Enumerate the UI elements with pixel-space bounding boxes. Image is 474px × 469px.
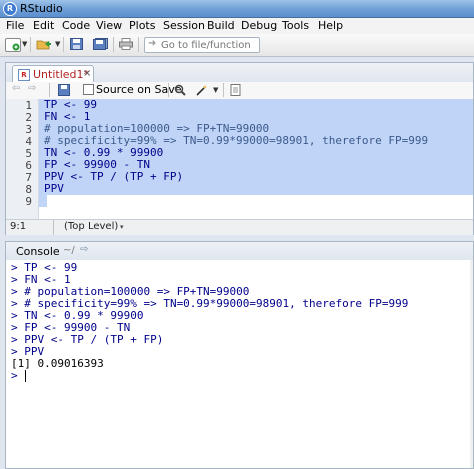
console-output-line: [1] 0.09016393 — [11, 357, 104, 370]
line-number: 9 — [25, 195, 32, 208]
toolbar-separator — [30, 37, 31, 52]
menu-plots[interactable]: Plots — [129, 19, 155, 32]
toolbar-separator — [138, 37, 139, 52]
console-scrollbar[interactable] — [470, 260, 473, 468]
menu-edit[interactable]: Edit — [33, 19, 54, 32]
tab-label: Untitled1* — [33, 68, 90, 81]
back-arrow-icon[interactable]: ⇦ — [12, 83, 20, 94]
menu-build[interactable]: Build — [207, 19, 235, 32]
code-area[interactable]: 1 2 3 4 5 6 7 8 9 TP <- 99 FN <- 1 # pop… — [6, 99, 473, 219]
scope-dropdown-icon[interactable]: ▾ — [120, 223, 124, 231]
menu-view[interactable]: View — [96, 19, 122, 32]
new-file-dropdown-icon[interactable]: ▼ — [22, 40, 27, 48]
pane-splitter[interactable] — [5, 235, 472, 240]
cursor-position: 9:1 — [10, 221, 27, 232]
status-separator — [53, 220, 54, 235]
search-icon[interactable] — [174, 84, 186, 96]
main-toolbar: ▼ ▼ ➜ — [0, 34, 474, 57]
toolbar-separator — [49, 83, 50, 97]
goto-arrow-icon: ➜ — [148, 38, 157, 49]
console-prompt: > — [11, 369, 18, 382]
title-bar: R RStudio — [0, 0, 474, 18]
menu-debug[interactable]: Debug — [241, 19, 277, 32]
menu-help[interactable]: Help — [318, 19, 343, 32]
magic-wand-icon[interactable] — [196, 84, 212, 96]
save-all-icon[interactable] — [93, 38, 108, 50]
source-editor-pane: R Untitled1* × ⇦ ⇨ Source on Save ▼ 1 2 … — [5, 62, 474, 235]
rstudio-icon: R — [3, 2, 17, 16]
toolbar-separator — [223, 83, 224, 97]
forward-arrow-icon[interactable]: ⇨ — [28, 83, 36, 94]
save-icon[interactable] — [58, 84, 70, 96]
toolbar-separator — [63, 37, 64, 52]
menu-session[interactable]: Session — [163, 19, 205, 32]
code-tools-dropdown-icon[interactable]: ▼ — [213, 86, 218, 94]
console-output[interactable]: > TP <- 99 > FN <- 1 > # population=1000… — [6, 260, 473, 468]
line-number-gutter: 1 2 3 4 5 6 7 8 9 — [6, 99, 39, 219]
working-directory: ~/ — [63, 245, 75, 256]
window-title: RStudio — [20, 2, 63, 15]
toolbar-separator — [113, 37, 114, 52]
selection-highlight — [39, 99, 473, 111]
toolbar-separator — [168, 83, 169, 97]
text-cursor — [25, 370, 26, 382]
console-title: Console — [16, 245, 60, 258]
menu-tools[interactable]: Tools — [282, 19, 309, 32]
code-line: PPV <- TP / (TP + FP) — [44, 170, 184, 183]
editor-status-bar: 9:1 (Top Level) ▾ — [6, 219, 473, 235]
console-header: Console ~/ ⇨ — [6, 242, 473, 260]
menu-file[interactable]: File — [6, 19, 24, 32]
go-to-directory-icon[interactable]: ⇨ — [80, 244, 88, 255]
scope-selector[interactable]: (Top Level) — [64, 221, 118, 232]
goto-file-function[interactable]: ➜ — [144, 37, 260, 53]
r-file-icon: R — [18, 69, 30, 81]
compile-notebook-icon[interactable] — [230, 84, 242, 96]
open-file-icon[interactable] — [36, 38, 51, 50]
selection-highlight — [39, 195, 47, 207]
code-line: PPV — [44, 182, 64, 195]
source-on-save-checkbox[interactable] — [83, 84, 94, 95]
close-icon[interactable]: × — [83, 68, 91, 79]
menu-code[interactable]: Code — [62, 19, 90, 32]
console-pane: Console ~/ ⇨ > TP <- 99 > FN <- 1 > # po… — [5, 241, 474, 469]
editor-tabstrip: R Untitled1* × — [6, 63, 473, 83]
goto-file-input[interactable] — [161, 39, 256, 51]
menu-bar: File Edit Code View Plots Session Build … — [0, 18, 474, 34]
open-file-dropdown-icon[interactable]: ▼ — [55, 40, 60, 48]
new-file-icon[interactable] — [5, 38, 21, 52]
save-icon[interactable] — [70, 38, 84, 50]
tab-untitled1[interactable]: R Untitled1* × — [12, 65, 94, 83]
selection-highlight — [39, 183, 473, 195]
print-icon[interactable] — [119, 38, 133, 50]
